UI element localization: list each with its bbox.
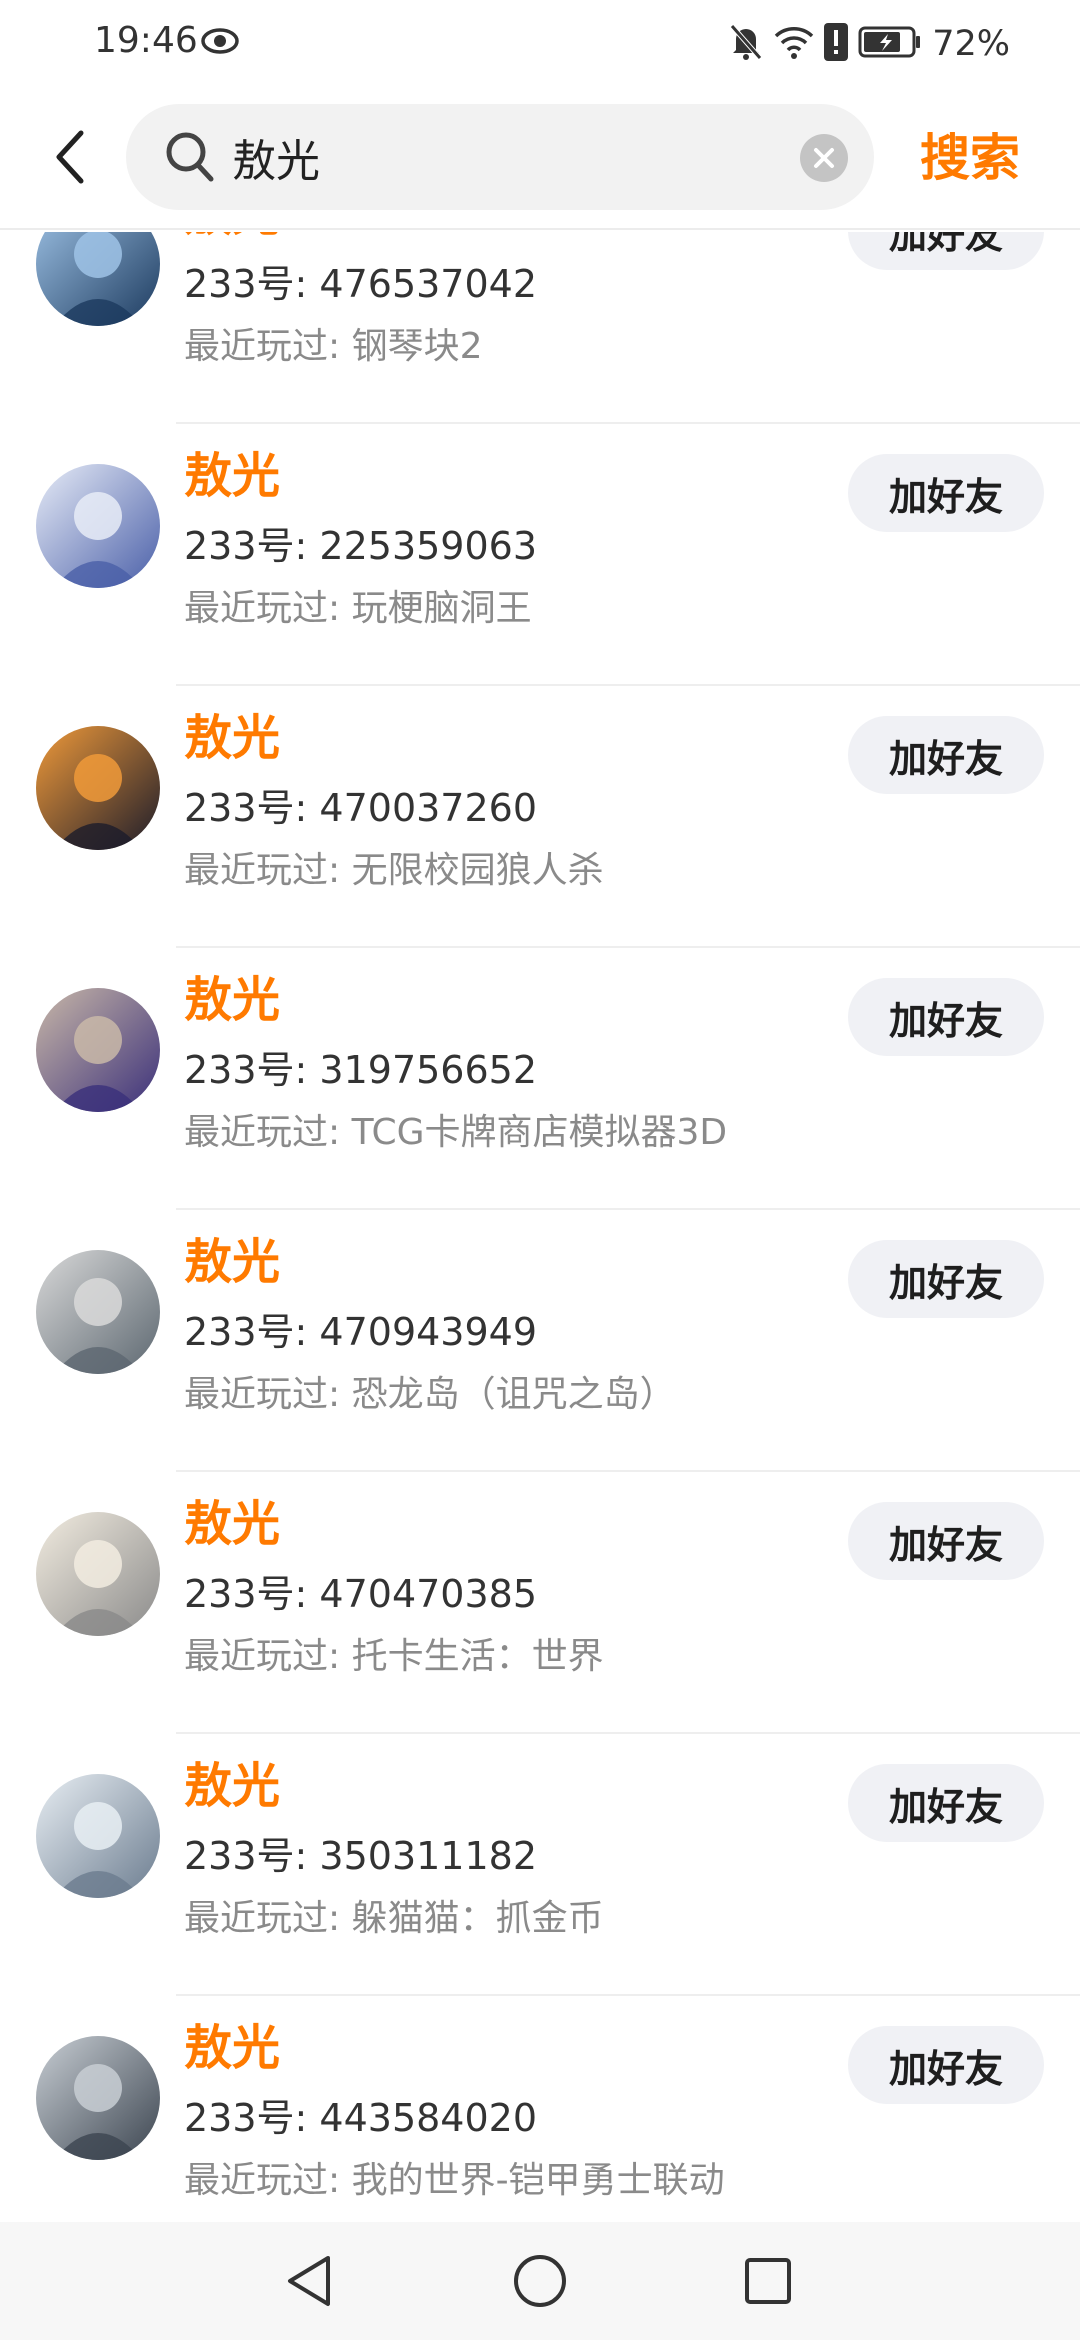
back-button[interactable] <box>40 122 100 192</box>
list-item[interactable]: 敖光 233号: 476537042 最近玩过: 钢琴块2 加好友 <box>0 232 1080 424</box>
list-item[interactable]: 敖光 233号: 225359063 最近玩过: 玩梗脑洞王 加好友 <box>0 424 1080 686</box>
add-friend-button[interactable]: 加好友 <box>848 2026 1044 2104</box>
avatar[interactable] <box>36 726 160 850</box>
user-name: 敖光 <box>184 448 281 504</box>
mute-bell-icon <box>728 22 764 66</box>
recent-game: 最近玩过: 无限校园狼人杀 <box>184 850 604 891</box>
status-time: 19:46 <box>94 20 198 61</box>
square-recents-icon <box>745 2258 791 2304</box>
avatar[interactable] <box>36 464 160 588</box>
list-item[interactable]: 敖光 233号: 443584020 最近玩过: 我的世界-铠甲勇士联动 加好友 <box>0 1996 1080 2222</box>
circle-home-icon <box>514 2255 566 2307</box>
list-item[interactable]: 敖光 233号: 350311182 最近玩过: 躲猫猫：抓金币 加好友 <box>0 1734 1080 1996</box>
triangle-back-icon <box>288 2256 330 2306</box>
close-icon <box>814 148 834 168</box>
nav-recents-button[interactable] <box>735 2248 801 2314</box>
recent-game: 最近玩过: 钢琴块2 <box>184 326 483 367</box>
nav-back-button[interactable] <box>276 2248 342 2314</box>
recent-game: 最近玩过: 躲猫猫：抓金币 <box>184 1898 604 1939</box>
user-name: 敖光 <box>184 232 280 246</box>
system-nav-bar <box>0 2222 1080 2340</box>
results-list-inner: 敖光 233号: 476537042 最近玩过: 钢琴块2 加好友 敖光 233… <box>0 232 1080 2222</box>
search-input[interactable] <box>232 124 792 190</box>
avatar[interactable] <box>36 232 160 326</box>
avatar[interactable] <box>36 988 160 1112</box>
status-icons: 72% <box>728 22 1010 66</box>
add-friend-button[interactable]: 加好友 <box>848 978 1044 1056</box>
results-list[interactable]: 敖光 233号: 476537042 最近玩过: 钢琴块2 加好友 敖光 233… <box>0 232 1080 2222</box>
user-id: 233号: 470943949 <box>184 1310 538 1354</box>
user-name: 敖光 <box>184 1758 281 1814</box>
list-item[interactable]: 敖光 233号: 470943949 最近玩过: 恐龙岛（诅咒之岛） 加好友 <box>0 1210 1080 1472</box>
avatar[interactable] <box>36 1250 160 1374</box>
add-friend-button[interactable]: 加好友 <box>848 1502 1044 1580</box>
user-name: 敖光 <box>184 1496 281 1552</box>
avatar[interactable] <box>36 2036 160 2160</box>
user-id: 233号: 443584020 <box>184 2096 538 2140</box>
recent-game: 最近玩过: 玩梗脑洞王 <box>184 588 532 629</box>
eye-icon <box>200 26 240 60</box>
add-friend-button[interactable]: 加好友 <box>848 232 1044 270</box>
search-button[interactable]: 搜索 <box>920 120 1020 196</box>
user-id: 233号: 319756652 <box>184 1048 538 1092</box>
list-item[interactable]: 敖光 233号: 470037260 最近玩过: 无限校园狼人杀 加好友 <box>0 686 1080 948</box>
user-name: 敖光 <box>184 2020 281 2076</box>
recent-game: 最近玩过: TCG卡牌商店模拟器3D <box>184 1112 728 1153</box>
user-name: 敖光 <box>184 972 281 1028</box>
search-icon <box>164 130 216 188</box>
recent-game: 最近玩过: 托卡生活：世界 <box>184 1636 604 1677</box>
search-header: 搜索 <box>0 90 1080 230</box>
clear-button[interactable] <box>800 134 848 182</box>
search-box[interactable] <box>126 104 874 210</box>
status-bar: 19:46 72% <box>0 0 1080 90</box>
avatar[interactable] <box>36 1774 160 1898</box>
alert-icon <box>824 23 849 65</box>
battery-icon <box>858 25 922 63</box>
recent-game: 最近玩过: 我的世界-铠甲勇士联动 <box>184 2160 725 2201</box>
add-friend-button[interactable]: 加好友 <box>848 716 1044 794</box>
add-friend-button[interactable]: 加好友 <box>848 1764 1044 1842</box>
user-id: 233号: 350311182 <box>184 1834 538 1878</box>
wifi-icon <box>774 24 814 64</box>
chevron-left-icon <box>56 130 84 184</box>
user-id: 233号: 476537042 <box>184 262 538 306</box>
battery-percent: 72% <box>932 24 1010 64</box>
user-name: 敖光 <box>184 1234 281 1290</box>
avatar[interactable] <box>36 1512 160 1636</box>
user-id: 233号: 225359063 <box>184 524 538 568</box>
add-friend-button[interactable]: 加好友 <box>848 454 1044 532</box>
user-id: 233号: 470037260 <box>184 786 538 830</box>
list-item[interactable]: 敖光 233号: 319756652 最近玩过: TCG卡牌商店模拟器3D 加好… <box>0 948 1080 1210</box>
nav-home-button[interactable] <box>507 2248 573 2314</box>
user-id: 233号: 470470385 <box>184 1572 538 1616</box>
add-friend-button[interactable]: 加好友 <box>848 1240 1044 1318</box>
list-item[interactable]: 敖光 233号: 470470385 最近玩过: 托卡生活：世界 加好友 <box>0 1472 1080 1734</box>
recent-game: 最近玩过: 恐龙岛（诅咒之岛） <box>184 1374 676 1415</box>
user-name: 敖光 <box>184 710 281 766</box>
